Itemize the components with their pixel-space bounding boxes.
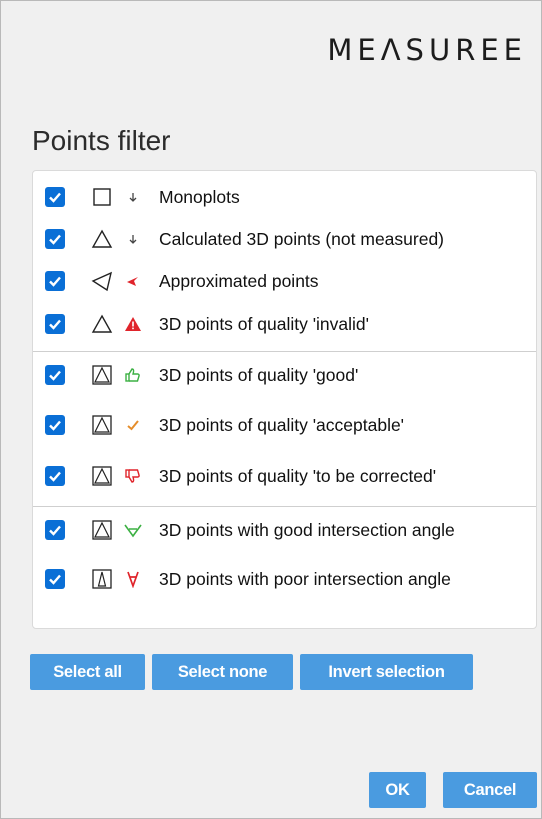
cancel-button[interactable]: Cancel [443,772,537,808]
filter-item-label: 3D points of quality 'good' [159,364,359,385]
checkbox[interactable] [45,271,65,291]
invert-selection-button[interactable]: Invert selection [300,654,473,690]
group-divider [33,506,536,507]
red-narrow-v-icon [123,569,143,589]
filter-item-quality-to-be-corrected[interactable]: 3D points of quality 'to be corrected' [33,456,536,496]
points-filter-list: Monoplots Calculated 3D points (not meas… [32,170,537,629]
square-icon [91,186,113,208]
filter-item-label: 3D points of quality 'invalid' [159,313,369,334]
checkbox[interactable] [45,569,65,589]
select-none-button[interactable]: Select none [152,654,293,690]
green-wide-v-icon [123,520,143,540]
dialog-title: Points filter [32,125,171,156]
checkbox[interactable] [45,314,65,334]
checkbox[interactable] [45,229,65,249]
filter-item-label: Calculated 3D points (not measured) [159,228,445,249]
filter-item-quality-invalid[interactable]: 3D points of quality 'invalid' [33,304,536,344]
orange-check-icon [123,415,143,435]
framed-triangle-icon [91,414,113,436]
left-triangle-outline-icon [91,270,113,292]
filter-item-quality-good[interactable]: 3D points of quality 'good' [33,355,536,395]
filter-item-label: 3D points with good intersection angle [159,519,455,540]
filter-item-calculated-points[interactable]: Calculated 3D points (not measured) [33,219,536,259]
filter-item-monoplots[interactable]: Monoplots [33,177,536,217]
framed-triangle-icon [91,519,113,541]
filter-item-label: 3D points of quality 'to be corrected' [159,465,437,486]
checkbox[interactable] [45,520,65,540]
filter-item-approximated-points[interactable]: Approximated points [33,261,536,301]
checkbox[interactable] [45,187,65,207]
filter-item-label: 3D points of quality 'acceptable' [159,414,405,435]
filter-item-label: Monoplots [159,186,240,207]
green-thumbs-up-icon [123,365,143,385]
measuree-logo: MEΛSUREE [327,33,527,67]
checkbox[interactable] [45,415,65,435]
checkbox[interactable] [45,365,65,385]
small-arrow-down-icon [123,229,143,249]
triangle-outline-icon [91,228,113,250]
filter-item-label: Approximated points [159,270,319,291]
red-warning-icon [123,314,143,334]
red-thumbs-down-icon [123,466,143,486]
filter-item-label: 3D points with poor intersection angle [159,568,451,589]
filter-item-good-intersection-angle[interactable]: 3D points with good intersection angle [33,510,536,550]
framed-narrow-triangle-icon [91,568,113,590]
group-divider [33,351,536,352]
points-filter-dialog: MEΛSUREE Points filter Monoplots Calcula… [0,0,542,819]
triangle-outline-icon [91,313,113,335]
filter-item-quality-acceptable[interactable]: 3D points of quality 'acceptable' [33,405,536,445]
framed-triangle-icon [91,364,113,386]
filter-item-poor-intersection-angle[interactable]: 3D points with poor intersection angle [33,559,536,599]
red-pointer-icon [123,271,143,291]
checkbox[interactable] [45,466,65,486]
framed-triangle-icon [91,465,113,487]
select-all-button[interactable]: Select all [30,654,145,690]
small-arrow-down-icon [123,187,143,207]
ok-button[interactable]: OK [369,772,426,808]
